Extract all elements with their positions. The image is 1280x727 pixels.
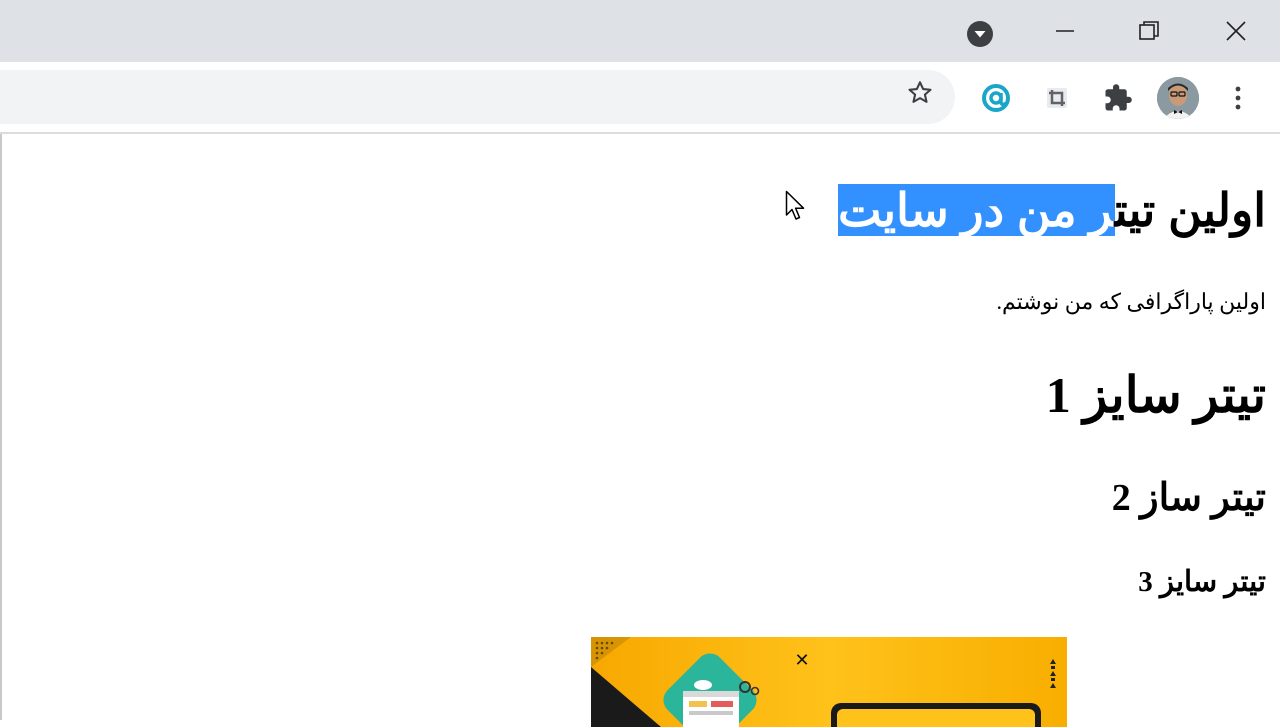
tab-search-button[interactable] (966, 20, 994, 48)
extensions-button[interactable] (1098, 78, 1138, 118)
browser-toolbar (0, 62, 1280, 134)
kebab-menu-icon (1235, 86, 1241, 110)
mouse-cursor-icon (785, 190, 805, 220)
extension-at-button[interactable] (976, 78, 1016, 118)
extension-at-icon (982, 84, 1010, 112)
crop-icon (1047, 88, 1067, 108)
bookmark-button[interactable] (902, 75, 938, 111)
profile-avatar[interactable] (1157, 77, 1199, 119)
window-titlebar (0, 0, 1280, 62)
heading-size-3: تیتر سایز 3 (1138, 566, 1266, 598)
page-viewport: اولین تیتر من در سایت اولین پاراگرافی که… (0, 134, 1280, 727)
ad-banner[interactable]: ✕ (591, 637, 1067, 727)
avatar (1157, 77, 1199, 119)
tab-search-icon (967, 21, 993, 47)
crop-extension-button[interactable] (1037, 78, 1077, 118)
restore-button[interactable] (1119, 0, 1179, 62)
heading-size-1: تیتر سایز 1 (1045, 367, 1266, 423)
minimize-icon (1056, 30, 1074, 32)
star-icon (908, 81, 932, 103)
title-selected-text: ر من در سایت (838, 184, 1115, 236)
puzzle-icon (1105, 84, 1132, 111)
title-unselected-text: اولین تیت (1114, 184, 1266, 236)
heading-size-2: تیتر ساز 2 (1111, 477, 1266, 519)
ad-close-button[interactable]: ✕ (793, 650, 811, 671)
ad-illustration (591, 637, 1056, 727)
restore-icon (1139, 21, 1159, 40)
close-icon (1226, 21, 1246, 41)
minimize-button[interactable] (1035, 0, 1095, 62)
chrome-menu-button[interactable] (1218, 78, 1258, 118)
address-bar[interactable] (0, 70, 955, 124)
page-title: اولین تیتر من در سایت (838, 174, 1266, 246)
close-button[interactable] (1206, 0, 1266, 62)
first-paragraph: اولین پاراگرافی که من نوشتم. (996, 289, 1266, 314)
